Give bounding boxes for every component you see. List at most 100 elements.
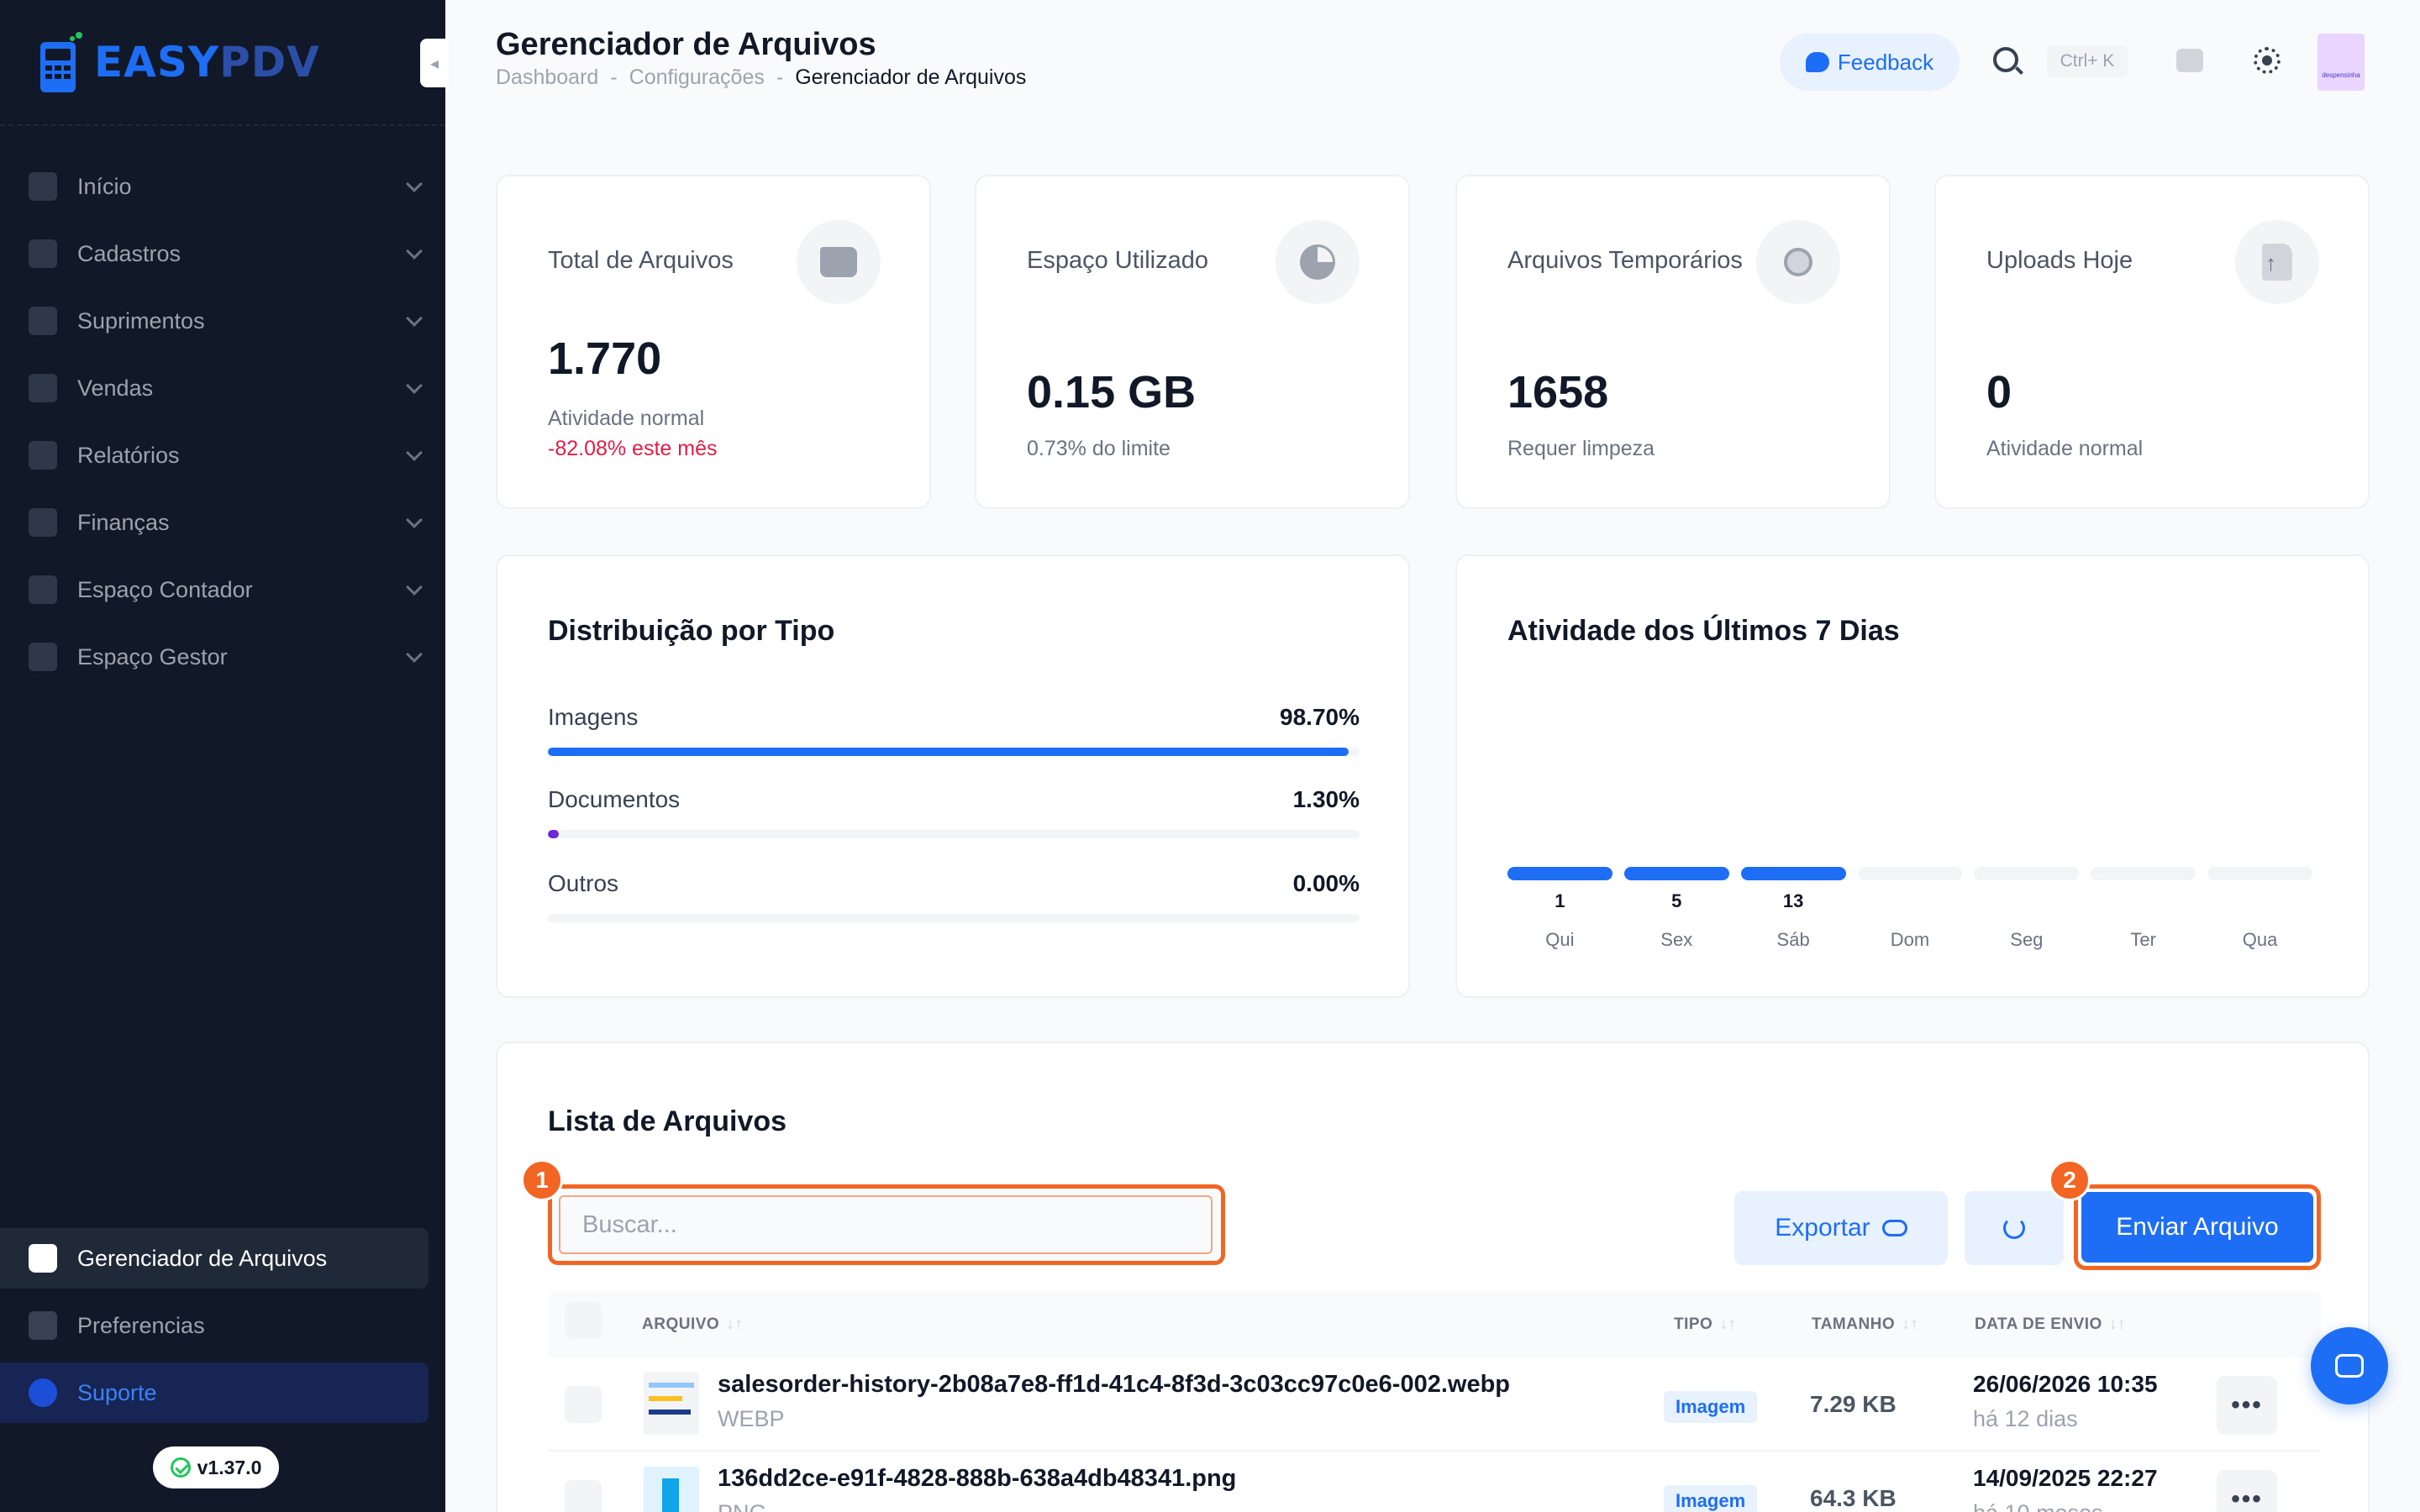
distribution-label: Outros	[548, 870, 619, 896]
chat-bubble-icon	[1805, 52, 1829, 72]
stat-value: 1.770	[548, 333, 662, 384]
stat-card-temp-files: Arquivos Temporários 1658 Requer limpeza	[1455, 175, 1891, 509]
file-list-card: Lista de Arquivos 1 Exportar Enviar Arqu…	[496, 1042, 2370, 1512]
sidebar-item-label: Gerenciador de Arquivos	[77, 1245, 328, 1271]
chevron-down-icon	[406, 512, 423, 528]
sidebar-item-file-manager[interactable]: Gerenciador de Arquivos	[0, 1228, 429, 1289]
sort-icon: ↓↑	[1902, 1315, 1919, 1333]
stat-card-total-files: Total de Arquivos 1.770 Atividade normal…	[496, 175, 931, 509]
table-row[interactable]: salesorder-history-2b08a7e8-ff1d-41c4-8f…	[548, 1357, 2321, 1452]
chart-category-label: Dom	[1890, 929, 1930, 950]
avatar-text: despensinha	[2322, 71, 2360, 79]
file-relative-date: há 10 meses	[1973, 1500, 2103, 1512]
logo[interactable]: EASYPDV	[37, 30, 320, 94]
row-checkbox[interactable]	[565, 1386, 602, 1423]
version-badge: v1.37.0	[153, 1446, 279, 1488]
sidebar-bottom-nav: Gerenciador de Arquivos Preferencias Sup…	[0, 1228, 445, 1430]
chevron-down-icon	[406, 646, 423, 663]
sidebar-item-espaco-contador[interactable]: Espaço Contador	[0, 556, 445, 623]
file-name[interactable]: 136dd2ce-e91f-4828-888b-638a4db48341.png	[718, 1465, 1236, 1493]
stat-value: 1658	[1507, 367, 1609, 417]
avatar[interactable]: despensinha	[2317, 34, 2365, 91]
table-header: ARQUIVO ↓↑ TIPO ↓↑ TAMANHO ↓↑ DATA DE ENVIO…	[548, 1292, 2321, 1357]
breadcrumb-current: Gerenciador de Arquivos	[795, 66, 1027, 89]
distribution-percent: 0.00%	[1292, 870, 1360, 896]
column-type[interactable]: TIPO ↓↑	[1674, 1315, 1736, 1334]
column-file[interactable]: ARQUIVO ↓↑	[642, 1315, 743, 1334]
progress-track	[548, 748, 1360, 756]
progress-track	[548, 914, 1360, 922]
sidebar-item-label: Espaço Contador	[77, 576, 253, 602]
breadcrumb-dashboard[interactable]: Dashboard	[496, 66, 598, 90]
activity-card: Atividade dos Últimos 7 Dias 1 Qui 5 Sex 13 S…	[1455, 554, 2370, 998]
version-text: v1.37.0	[197, 1456, 262, 1478]
file-date: 26/06/2026 10:35	[1973, 1371, 2158, 1397]
row-checkbox[interactable]	[565, 1480, 602, 1512]
row-actions-button[interactable]: •••	[2217, 1470, 2277, 1512]
chat-icon	[2335, 1354, 2364, 1378]
stat-value: 0	[1986, 367, 2012, 417]
refresh-button[interactable]	[1965, 1191, 2064, 1265]
chevron-down-icon	[406, 377, 423, 394]
cloud-download-icon	[1881, 1220, 1907, 1236]
sidebar-item-suprimentos[interactable]: Suprimentos	[0, 287, 445, 354]
file-thumbnail	[644, 1467, 699, 1512]
grid-icon	[29, 172, 57, 201]
progress-track	[548, 830, 1360, 838]
file-upload-icon	[2235, 220, 2319, 304]
sidebar-item-label: Cadastros	[77, 240, 182, 266]
sidebar-item-espaco-gestor[interactable]: Espaço Gestor	[0, 623, 445, 690]
feedback-label: Feedback	[1837, 49, 1934, 75]
sidebar-collapse-button[interactable]: ◂	[420, 39, 449, 87]
check-circle-icon	[170, 1457, 191, 1478]
sidebar-item-label: Suprimentos	[77, 307, 205, 333]
file-name[interactable]: salesorder-history-2b08a7e8-ff1d-41c4-8f…	[718, 1371, 1510, 1399]
sidebar-item-cadastros[interactable]: Cadastros	[0, 220, 445, 287]
search-input[interactable]	[559, 1195, 1213, 1254]
stat-change: -82.08% este mês	[548, 437, 718, 460]
sidebar-item-vendas[interactable]: Vendas	[0, 354, 445, 422]
column-size[interactable]: TAMANHO ↓↑	[1812, 1315, 1918, 1334]
sun-icon[interactable]	[2254, 47, 2281, 74]
breadcrumb-separator: -	[776, 66, 784, 89]
sidebar-divider	[0, 124, 445, 126]
chart-category-label: Ter	[2130, 929, 2156, 950]
type-badge: Imagem	[1664, 1485, 1758, 1512]
sidebar-nav: Início Cadastros Suprimentos Vendas Rela…	[0, 153, 445, 690]
chart-bar	[1740, 867, 1846, 880]
chart-bar	[1974, 867, 2080, 880]
box-icon	[29, 307, 57, 335]
folder-icon	[29, 1244, 57, 1273]
distribution-label: Imagens	[548, 704, 639, 730]
feedback-button[interactable]: Feedback	[1780, 34, 1960, 91]
stat-card-uploads-today: Uploads Hoje 0 Atividade normal	[1934, 175, 2370, 509]
file-extension: PNG	[718, 1500, 767, 1512]
stat-label: Total de Arquivos	[548, 247, 734, 274]
messages-icon[interactable]	[2176, 49, 2203, 72]
sidebar-item-suporte[interactable]: Suporte	[0, 1362, 429, 1423]
export-button[interactable]: Exportar	[1734, 1191, 1948, 1265]
search-icon[interactable]	[1993, 47, 2018, 72]
file-date: 14/09/2025 22:27	[1973, 1465, 2158, 1491]
chart-category-label: Qui	[1545, 929, 1575, 950]
sidebar-item-relatorios[interactable]: Relatórios	[0, 422, 445, 489]
stat-card-space-used: Espaço Utilizado 0.15 GB 0.73% do limite	[975, 175, 1410, 509]
column-date[interactable]: DATA DE ENVIO ↓↑	[1975, 1315, 2126, 1334]
breadcrumb-configuracoes[interactable]: Configurações	[629, 66, 765, 90]
file-size: 64.3 KB	[1810, 1485, 1897, 1511]
row-actions-button[interactable]: •••	[2217, 1376, 2277, 1435]
dollar-icon	[29, 508, 57, 537]
upload-button[interactable]: Enviar Arquivo	[2081, 1192, 2313, 1263]
table-row[interactable]: 136dd2ce-e91f-4828-888b-638a4db48341.png…	[548, 1452, 2321, 1512]
sidebar-item-inicio[interactable]: Início	[0, 153, 445, 220]
select-all-checkbox[interactable]	[565, 1302, 602, 1339]
calculator-icon	[29, 575, 57, 604]
distribution-title: Distribuição por Tipo	[548, 615, 835, 647]
upload-highlight: Enviar Arquivo	[2074, 1184, 2321, 1270]
chart-bar	[1507, 867, 1612, 880]
search-highlight	[548, 1184, 1225, 1265]
chart-value-label: 13	[1782, 890, 1804, 911]
sidebar-item-financas[interactable]: Finanças	[0, 489, 445, 556]
sidebar-item-preferencias[interactable]: Preferencias	[0, 1295, 429, 1356]
chat-support-button[interactable]	[2311, 1327, 2388, 1404]
